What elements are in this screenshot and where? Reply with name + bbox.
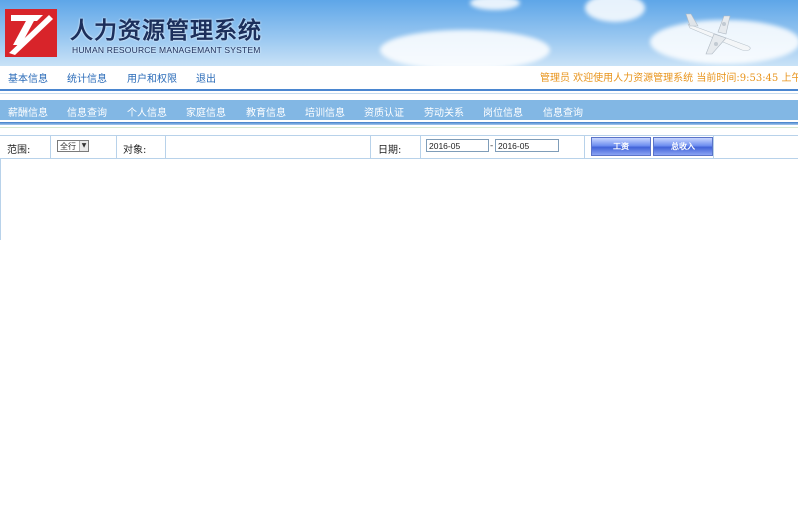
subnav-info-query-2[interactable]: 信息查询 — [543, 104, 583, 119]
date-label: 日期: — [378, 145, 402, 156]
airplane-icon — [685, 13, 751, 55]
divider — [0, 127, 798, 128]
subnav-personal-info[interactable]: 个人信息 — [127, 104, 167, 119]
total-income-button[interactable]: 总收入 — [653, 137, 713, 156]
current-time: 9:53:45 上午 — [739, 73, 798, 84]
cell-divider — [116, 136, 117, 158]
salary-button[interactable]: 工资 — [591, 137, 651, 156]
cloud-decoration — [585, 0, 645, 22]
top-navigation: 基本信息 统计信息 用户和权限 退出 管理员 欢迎使用人力资源管理系统 当前时间… — [0, 66, 798, 88]
date-from-input[interactable]: 2016-05 — [426, 139, 489, 152]
filter-bar: 范围: 全行 ▼ 对象: 日期: 2016-05 - 2016-05 工资 总收… — [0, 135, 798, 159]
welcome-text: 管理员 欢迎使用人力资源管理系统 当前时间: — [540, 73, 740, 84]
subnav-labor-relations[interactable]: 劳动关系 — [424, 104, 464, 119]
subnav-salary-info[interactable]: 薪酬信息 — [8, 104, 48, 119]
content-frame-border — [0, 158, 1, 240]
date-separator: - — [490, 141, 494, 151]
divider — [0, 89, 798, 91]
chevron-down-icon[interactable]: ▼ — [79, 141, 88, 151]
cloud-decoration — [380, 30, 550, 66]
nav-statistics[interactable]: 统计信息 — [67, 70, 107, 85]
subnav-info-query[interactable]: 信息查询 — [67, 104, 107, 119]
date-to-input[interactable]: 2016-05 — [495, 139, 559, 152]
divider — [0, 93, 798, 94]
nav-logout[interactable]: 退出 — [196, 70, 216, 85]
subnav-training-info[interactable]: 培训信息 — [305, 104, 345, 119]
system-subtitle: HUMAN RESOURCE MANAGEMANT SYSTEM — [72, 45, 261, 55]
sub-navigation: 薪酬信息 信息查询 个人信息 家庭信息 教育信息 培训信息 资质认证 劳动关系 … — [0, 100, 798, 120]
scope-label: 范围: — [7, 145, 31, 156]
welcome-message: 管理员 欢迎使用人力资源管理系统 当前时间:9:53:45 上午 — [540, 69, 798, 84]
cell-divider — [50, 136, 51, 158]
header-banner: 人力资源管理系统 HUMAN RESOURCE MANAGEMANT SYSTE… — [0, 0, 798, 66]
cell-divider — [713, 136, 714, 158]
target-label: 对象: — [123, 145, 147, 156]
subnav-education-info[interactable]: 教育信息 — [246, 104, 286, 119]
cell-divider — [584, 136, 585, 158]
scope-select-value: 全行 — [60, 142, 76, 151]
nav-basic-info[interactable]: 基本信息 — [8, 70, 48, 85]
divider — [0, 122, 798, 125]
cell-divider — [165, 136, 166, 158]
cell-divider — [420, 136, 421, 158]
subnav-family-info[interactable]: 家庭信息 — [186, 104, 226, 119]
company-logo-icon — [5, 9, 57, 57]
scope-select[interactable]: 全行 ▼ — [57, 140, 89, 152]
system-title: 人力资源管理系统 — [70, 18, 262, 44]
subnav-certification[interactable]: 资质认证 — [364, 104, 404, 119]
cloud-decoration — [470, 0, 520, 10]
nav-users-permissions[interactable]: 用户和权限 — [127, 70, 177, 85]
cell-divider — [370, 136, 371, 158]
subnav-position-info[interactable]: 岗位信息 — [483, 104, 523, 119]
